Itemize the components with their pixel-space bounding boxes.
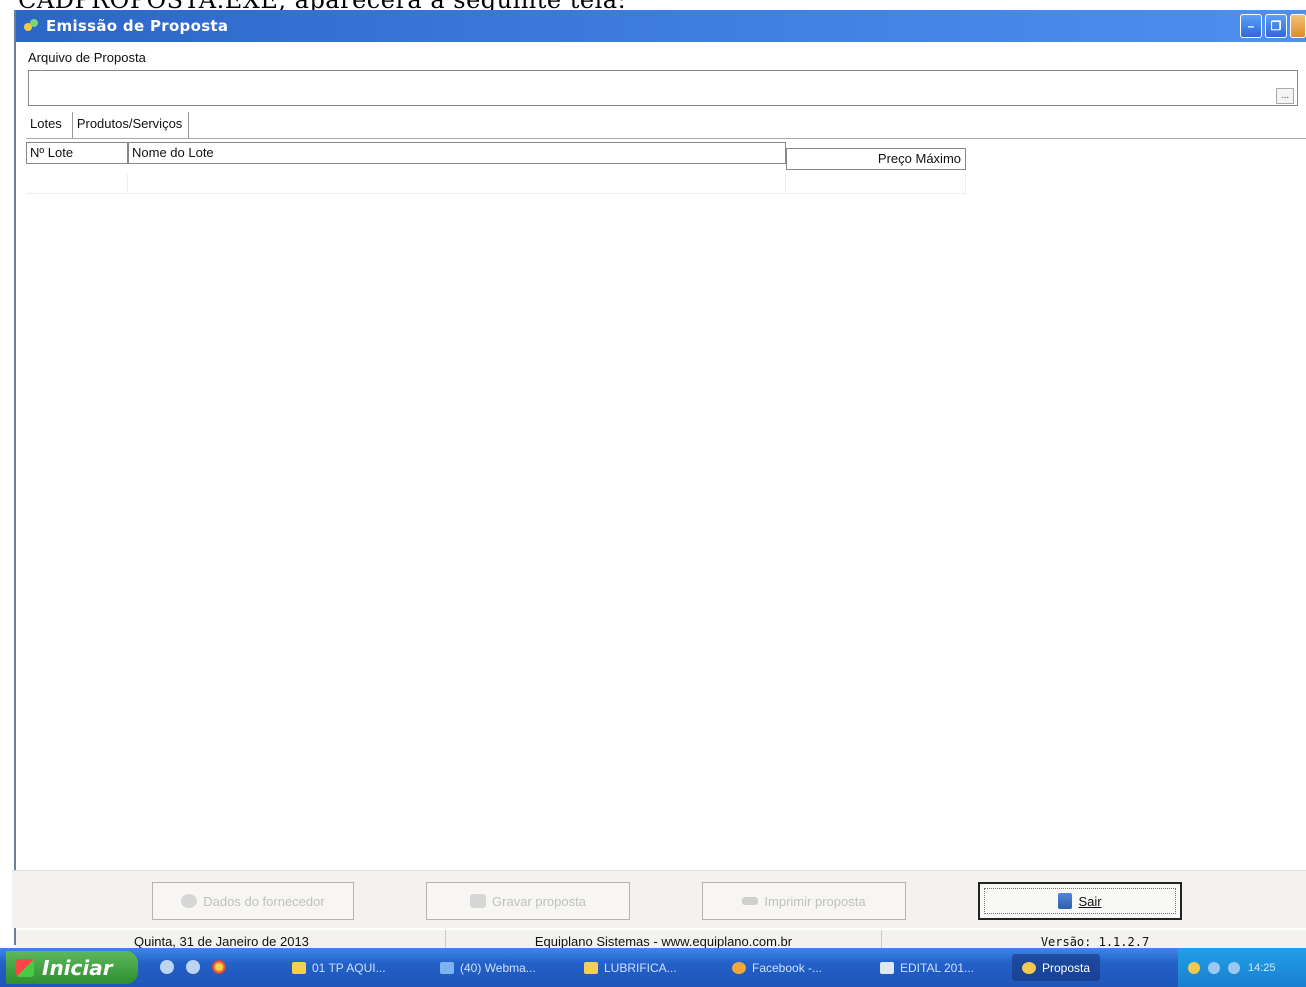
cell-lote bbox=[26, 174, 128, 194]
sair-focus-rect: Sair bbox=[984, 888, 1176, 914]
browse-button[interactable]: ... bbox=[1276, 88, 1294, 104]
tab-lotes[interactable]: Lotes bbox=[26, 112, 73, 138]
taskbar-item-label: LUBRIFICA... bbox=[604, 960, 677, 975]
column-header-preco[interactable]: Preço Máximo bbox=[786, 148, 966, 170]
restore-icon[interactable]: ❐ bbox=[1265, 14, 1287, 38]
app-icon bbox=[24, 19, 38, 33]
clock[interactable]: 14:25 bbox=[1248, 962, 1276, 974]
windows-logo-icon bbox=[16, 958, 34, 977]
column-header-lote[interactable]: Nº Lote bbox=[26, 142, 128, 164]
taskbar-item-label: Facebook -... bbox=[752, 960, 823, 975]
chrome-icon[interactable] bbox=[212, 960, 226, 974]
taskbar-item-label: EDITAL 201... bbox=[900, 960, 975, 975]
exit-door-icon bbox=[1058, 893, 1073, 909]
file-path-input[interactable] bbox=[28, 70, 1298, 106]
save-icon bbox=[470, 894, 487, 908]
column-header-nome[interactable]: Nome do Lote bbox=[128, 142, 786, 164]
cell-preco bbox=[786, 174, 966, 194]
printer-icon bbox=[742, 897, 759, 905]
taskbar-item-facebook[interactable]: Facebook -... bbox=[728, 954, 822, 981]
tab-produtos-servicos[interactable]: Produtos/Serviços bbox=[72, 112, 190, 138]
app-icon bbox=[1022, 961, 1036, 974]
start-label: Iniciar bbox=[42, 955, 113, 980]
supplier-icon bbox=[181, 894, 198, 908]
taskbar-item-label: (40) Webma... bbox=[460, 960, 536, 975]
button-bar: Dados do fornecedor Gravar proposta Impr… bbox=[12, 870, 1306, 928]
ie-icon[interactable] bbox=[160, 960, 174, 974]
taskbar: Iniciar 01 TP AQUI... (40) Webma... LUBR… bbox=[0, 948, 1306, 987]
taskbar-item-webmail[interactable]: (40) Webma... bbox=[436, 954, 536, 981]
dados-fornecedor-button[interactable]: Dados do fornecedor bbox=[152, 882, 354, 920]
tab-strip: Lotes Produtos/Serviços bbox=[26, 112, 190, 138]
quick-launch bbox=[160, 960, 226, 974]
volume-icon[interactable] bbox=[1228, 961, 1240, 974]
cell-nome bbox=[128, 174, 786, 194]
folder-icon bbox=[584, 961, 598, 974]
grid-header: Nº Lote Nome do Lote Preço Máximo bbox=[26, 142, 1306, 172]
system-tray: 14:25 bbox=[1178, 948, 1306, 987]
imprimir-proposta-button[interactable]: Imprimir proposta bbox=[702, 882, 906, 920]
main-window: Emissão de Proposta – ❐ Arquivo de Propo… bbox=[12, 10, 1306, 956]
close-icon[interactable] bbox=[1290, 14, 1306, 38]
gravar-proposta-button[interactable]: Gravar proposta bbox=[426, 882, 630, 920]
folder-icon bbox=[292, 961, 306, 974]
chrome-icon bbox=[732, 961, 746, 974]
window-controls: – ❐ bbox=[1240, 14, 1306, 38]
minimize-icon[interactable]: – bbox=[1240, 14, 1262, 38]
document-icon bbox=[880, 961, 894, 974]
start-button[interactable]: Iniciar bbox=[6, 951, 138, 984]
taskbar-item-label: 01 TP AQUI... bbox=[312, 960, 386, 975]
network-icon[interactable] bbox=[1208, 961, 1220, 974]
tab-divider bbox=[26, 138, 1306, 139]
taskbar-item-proposta[interactable]: Proposta bbox=[1012, 954, 1101, 981]
taskbar-item-lubrifica[interactable]: LUBRIFICA... bbox=[580, 954, 677, 981]
title-bar[interactable]: Emissão de Proposta – ❐ bbox=[16, 10, 1306, 42]
window-title: Emissão de Proposta bbox=[46, 17, 229, 35]
file-label: Arquivo de Proposta bbox=[28, 50, 146, 65]
taskbar-item-edital[interactable]: EDITAL 201... bbox=[876, 954, 974, 981]
taskbar-item-01-tp[interactable]: 01 TP AQUI... bbox=[288, 954, 386, 981]
sair-label: Sair bbox=[1078, 893, 1102, 909]
gravar-proposta-label: Gravar proposta bbox=[492, 893, 586, 909]
sair-button[interactable]: Sair bbox=[978, 882, 1182, 920]
app-quick-icon[interactable] bbox=[186, 960, 200, 974]
imprimir-proposta-label: Imprimir proposta bbox=[764, 893, 866, 909]
taskbar-item-label: Proposta bbox=[1042, 960, 1091, 975]
tray-icon[interactable] bbox=[1188, 961, 1200, 974]
lotes-grid[interactable] bbox=[26, 172, 1306, 864]
browser-icon bbox=[440, 961, 454, 974]
table-row[interactable] bbox=[26, 174, 966, 194]
dados-fornecedor-label: Dados do fornecedor bbox=[203, 893, 325, 909]
